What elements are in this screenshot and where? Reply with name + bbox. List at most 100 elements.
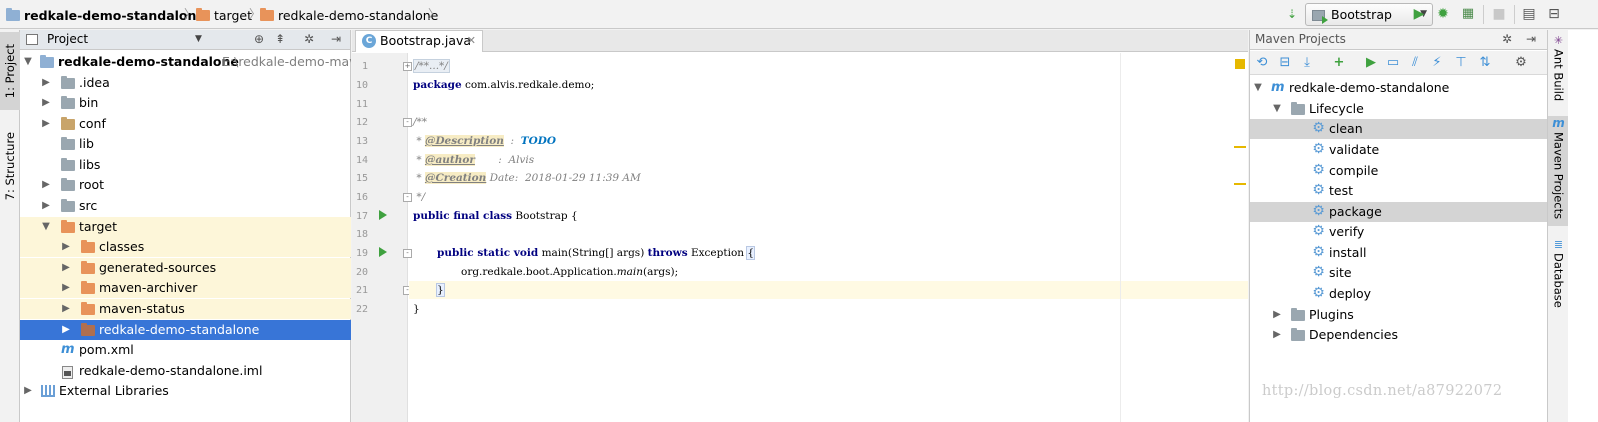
chevron-right-icon[interactable]: ▶ [1271, 305, 1283, 325]
gear-icon[interactable]: ✲ [304, 30, 314, 49]
maven-phase-compile[interactable]: ⚙ compile [1250, 161, 1548, 181]
maven-project-row[interactable]: ▼ m redkale-demo-standalone [1250, 78, 1548, 98]
tree-row-pom-xml[interactable]: m pom.xml [20, 340, 351, 360]
maven-phase-verify[interactable]: ⚙ verify [1250, 222, 1548, 242]
chevron-down-icon[interactable]: ▼ [195, 30, 202, 49]
chevron-down-icon[interactable]: ▼ [40, 217, 52, 237]
chevron-right-icon[interactable]: ▶ [60, 320, 72, 340]
maven-plugins-row[interactable]: ▶ Plugins [1250, 305, 1548, 325]
show-dependencies-icon[interactable]: ⊤ [1452, 54, 1470, 72]
tab-bootstrap-java[interactable]: C Bootstrap.java ✕ [355, 30, 483, 52]
navigation-bar: redkale-demo-standalone 〉 target 〉 redka… [0, 0, 1598, 29]
chevron-right-icon[interactable]: ▶ [40, 73, 52, 93]
tree-row-generated-sources[interactable]: ▶ generated-sources [20, 258, 351, 278]
run-icon[interactable]: ▶ [1409, 4, 1429, 24]
run-maven-build-icon[interactable]: ▶ [1362, 54, 1380, 72]
chevron-down-icon[interactable]: ▼ [22, 52, 34, 72]
tab-structure[interactable]: 7: Structure [0, 118, 20, 214]
gear-icon: ⚙ [1312, 141, 1325, 157]
gear-icon: ⚙ [1312, 120, 1325, 136]
tab-database[interactable]: ≣ Database [1548, 238, 1569, 312]
project-panel-title[interactable]: Project [47, 30, 88, 49]
tree-row-maven-archiver[interactable]: ▶ maven-archiver [20, 278, 351, 298]
code-line-14: * @author : Alvis [413, 154, 535, 166]
maven-phase-install[interactable]: ⚙ install [1250, 243, 1548, 263]
chevron-down-icon[interactable]: ▼ [1271, 99, 1283, 119]
download-icon[interactable]: ⤓ [1298, 54, 1316, 72]
tab-ant-build[interactable]: ✳ Ant Build [1548, 34, 1569, 112]
tree-row-root-folder[interactable]: ▶ root [20, 175, 351, 195]
skip-tests-icon[interactable]: ⚡ [1428, 54, 1446, 72]
maven-dependencies-row[interactable]: ▶ Dependencies [1250, 325, 1548, 345]
warning-marker[interactable] [1234, 146, 1246, 148]
code-area[interactable]: /**...*/ package com.alvis.redkale.demo;… [409, 53, 1248, 422]
sort-download-icon[interactable]: ⇣ [1282, 4, 1302, 24]
error-stripe [1232, 53, 1248, 422]
toggle-offline-icon[interactable]: ⫽ [1406, 54, 1424, 72]
maven-panel-header: Maven Projects ✲ ⇥ [1250, 30, 1547, 50]
tree-row-classes[interactable]: ▶ classes [20, 237, 351, 257]
reimport-icon[interactable]: ⟲ [1253, 54, 1271, 72]
tab-project[interactable]: 1: Project [0, 32, 20, 110]
stop-icon[interactable]: ■ [1489, 4, 1509, 24]
chevron-down-icon[interactable]: ▼ [1252, 78, 1264, 98]
maven-phase-clean[interactable]: ⚙ clean [1250, 119, 1548, 139]
close-icon[interactable]: ✕ [467, 31, 476, 51]
code-line-1: /**...*/ [409, 57, 1248, 75]
breadcrumb-module[interactable]: redkale-demo-standalone [260, 6, 438, 23]
tree-row-bin[interactable]: ▶ bin [20, 93, 351, 113]
coverage-icon[interactable]: ▦ [1458, 4, 1478, 24]
maven-phase-deploy[interactable]: ⚙ deploy [1250, 284, 1548, 304]
chevron-right-icon[interactable]: ▶ [40, 196, 52, 216]
tree-row-external-libraries[interactable]: ▶ External Libraries [20, 381, 351, 401]
maven-phase-validate[interactable]: ⚙ validate [1250, 140, 1548, 160]
sdk-manager-icon[interactable]: ⊟ [1544, 4, 1564, 24]
tree-row-redkale-demo-standalone[interactable]: ▶ redkale-demo-standalone [20, 320, 351, 340]
tree-row-libs[interactable]: libs [20, 155, 351, 175]
maven-phase-test[interactable]: ⚙ test [1250, 181, 1548, 201]
hide-panel-icon[interactable]: ⇥ [331, 30, 341, 49]
maven-phase-site[interactable]: ⚙ site [1250, 263, 1548, 283]
tree-row-target[interactable]: ▼ target [20, 217, 351, 237]
execute-goal-icon[interactable]: ▭ [1384, 54, 1402, 72]
collapse-all-icon[interactable]: ⇅ [1476, 54, 1494, 72]
maven-lifecycle-row[interactable]: ▼ Lifecycle [1250, 99, 1548, 119]
tab-maven-projects[interactable]: m Maven Projects [1548, 116, 1569, 226]
chevron-right-icon[interactable]: ▶ [60, 237, 72, 257]
project-view-icon [26, 34, 38, 45]
breadcrumb-target[interactable]: target [196, 6, 252, 23]
warning-marker[interactable] [1234, 183, 1246, 185]
code-line-12: /** [413, 116, 428, 128]
collapse-all-icon[interactable]: ⇞ [275, 30, 285, 49]
tree-row-lib[interactable]: lib [20, 134, 351, 154]
tree-row-iml[interactable]: redkale-demo-standalone.iml [20, 361, 351, 381]
chevron-right-icon[interactable]: ▶ [40, 93, 52, 113]
hide-panel-icon[interactable]: ⇥ [1526, 30, 1536, 49]
chevron-right-icon[interactable]: ▶ [22, 381, 34, 401]
chevron-right-icon[interactable]: ▶ [40, 114, 52, 134]
gear-icon[interactable]: ✲ [1502, 30, 1512, 49]
maven-settings-icon[interactable]: ⚙ [1512, 54, 1530, 72]
chevron-right-icon[interactable]: ▶ [60, 278, 72, 298]
chevron-right-icon[interactable]: ▶ [60, 299, 72, 319]
locate-icon[interactable]: ⊕ [254, 30, 264, 49]
tree-row-idea[interactable]: ▶ .idea [20, 73, 351, 93]
tree-row-root[interactable]: ▼ redkale-demo-standalone E:\redkale-dem… [20, 52, 351, 72]
folded-comment[interactable]: /**...*/ [413, 59, 450, 73]
tree-row-src[interactable]: ▶ src [20, 196, 351, 216]
inspection-warning-icon[interactable] [1235, 59, 1245, 69]
tree-row-maven-status[interactable]: ▶ maven-status [20, 299, 351, 319]
chevron-right-icon[interactable]: ▶ [1271, 325, 1283, 345]
run-gutter-icon[interactable] [379, 210, 387, 220]
breadcrumb-project[interactable]: redkale-demo-standalone [6, 6, 205, 23]
add-icon[interactable]: + [1330, 54, 1348, 72]
project-structure-icon[interactable]: ▤ [1519, 4, 1539, 24]
run-gutter-icon[interactable] [379, 247, 387, 257]
code-line-13: * @Description : TODO [413, 135, 556, 147]
tree-row-conf[interactable]: ▶ conf [20, 114, 351, 134]
generate-sources-icon[interactable]: ⊟ [1276, 54, 1294, 72]
chevron-right-icon[interactable]: ▶ [40, 175, 52, 195]
maven-phase-package[interactable]: ⚙ package [1250, 202, 1548, 222]
chevron-right-icon[interactable]: ▶ [60, 258, 72, 278]
debug-icon[interactable]: ✹ [1433, 4, 1453, 24]
